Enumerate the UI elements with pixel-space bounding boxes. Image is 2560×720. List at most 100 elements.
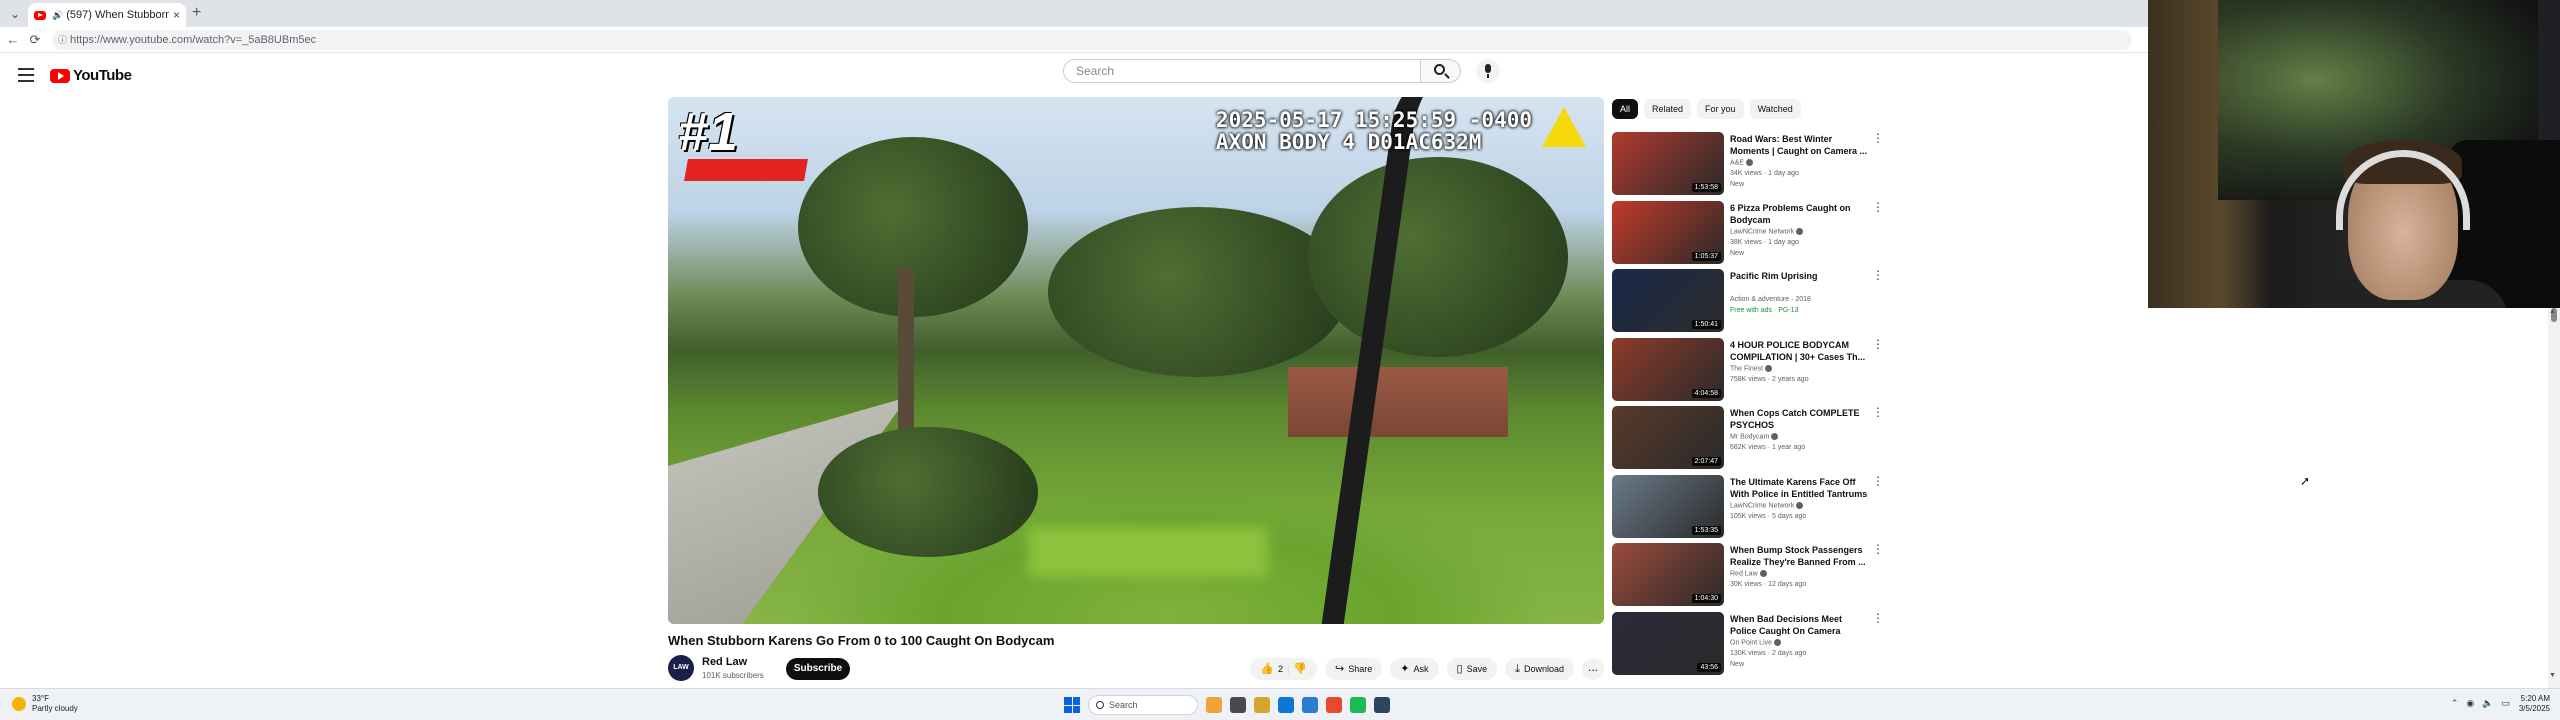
- more-options-icon[interactable]: ⋮: [1872, 543, 1884, 555]
- recommendation-thumbnail[interactable]: 1:53:35: [1612, 474, 1724, 538]
- recommendation-item[interactable]: 1:53:58 Road Wars: Best Winter Moments | …: [1612, 132, 1884, 198]
- download-button[interactable]: ⤓ Download: [1505, 658, 1574, 680]
- volume-icon[interactable]: 🔈: [2482, 698, 2493, 709]
- video-player[interactable]: #1 2025-05-17 15:25:59 -0400 AXON BODY 4…: [668, 97, 1604, 624]
- recommendation-thumbnail[interactable]: 1:53:58: [1612, 132, 1724, 195]
- recommendation-meta: 38K views · 1 day ago: [1730, 238, 1799, 246]
- recommendation-title[interactable]: When Cops Catch COMPLETE PSYCHOS: [1730, 407, 1870, 431]
- page-scrollbar[interactable]: [2548, 308, 2560, 688]
- reload-icon[interactable]: ⟳: [26, 31, 44, 49]
- hamburger-menu-icon[interactable]: [18, 66, 34, 84]
- recommendation-channel[interactable]: Mr Bodycam: [1730, 433, 1779, 440]
- save-button[interactable]: ▯ Save: [1446, 658, 1498, 680]
- windows-taskbar: 33°F Partly cloudy Search ⌃ ◉ 🔈 ▭ 5:20 A…: [0, 688, 2560, 720]
- more-options-icon[interactable]: ⋮: [1872, 612, 1884, 624]
- close-tab-icon[interactable]: ×: [173, 8, 180, 22]
- site-info-icon[interactable]: ⓘ: [58, 30, 67, 50]
- recommendation-channel[interactable]: On Point Live: [1730, 638, 1782, 646]
- recommendation-title[interactable]: 6 Pizza Problems Caught on Bodycam: [1730, 202, 1870, 226]
- more-actions-button[interactable]: ...: [1582, 658, 1604, 680]
- scroll-down-arrow-icon[interactable]: ▼: [2549, 672, 2556, 679]
- more-options-icon[interactable]: ⋮: [1872, 269, 1884, 281]
- thumbs-down-icon[interactable]: 👎: [1293, 658, 1307, 680]
- channel-row: LAW Red Law 101K subscribers Subscribe 👍…: [668, 655, 1604, 683]
- recommendation-title[interactable]: Road Wars: Best Winter Moments | Caught …: [1730, 133, 1870, 157]
- recommendation-title[interactable]: 4 HOUR POLICE BODYCAM COMPILATION | 30+ …: [1730, 339, 1870, 363]
- recommendation-title[interactable]: When Bump Stock Passengers Realize They'…: [1730, 544, 1870, 568]
- filter-chip-watched[interactable]: Watched: [1749, 99, 1801, 119]
- search-button[interactable]: [1421, 59, 1461, 83]
- back-arrow-icon[interactable]: ←: [4, 31, 22, 49]
- recommendation-meta: 758K views · 2 years ago: [1730, 375, 1809, 383]
- recommendation-thumbnail[interactable]: 2:07:47: [1612, 406, 1724, 469]
- recommendation-title[interactable]: When Bad Decisions Meet Police Caught On…: [1730, 613, 1870, 637]
- recommendation-item[interactable]: 43:56 When Bad Decisions Meet Police Caug…: [1612, 611, 1884, 678]
- filter-chip-all[interactable]: All: [1612, 99, 1639, 119]
- video-frame-blur: [1028, 527, 1268, 577]
- recommendation-thumbnail[interactable]: 4:04:58: [1612, 337, 1724, 401]
- weather-widget[interactable]: 33°F Partly cloudy: [12, 694, 78, 714]
- task-view-icon[interactable]: [1230, 697, 1246, 713]
- youtube-logo[interactable]: YouTube: [50, 67, 132, 84]
- more-options-icon[interactable]: ⋮: [1872, 475, 1884, 487]
- recommendation-thumbnail[interactable]: 43:56: [1612, 611, 1724, 675]
- windows-start-icon[interactable]: [1064, 697, 1080, 713]
- steam-app-icon[interactable]: [1374, 697, 1390, 713]
- recommendation-item[interactable]: 2:07:47 When Cops Catch COMPLETE PSYCHOS M…: [1612, 406, 1884, 472]
- voice-search-mic-icon[interactable]: [1476, 59, 1500, 83]
- ask-button[interactable]: ✦ Ask: [1390, 658, 1439, 680]
- speaker-icon[interactable]: 🔊: [52, 10, 63, 21]
- channel-name[interactable]: Red Law: [702, 656, 747, 668]
- spotify-app-icon[interactable]: [1350, 697, 1366, 713]
- more-options-icon[interactable]: ⋮: [1872, 201, 1884, 213]
- browser-tab-active[interactable]: 🔊 (597) When Stubborn Karens ×: [28, 3, 186, 27]
- recommendation-thumbnail[interactable]: 1:50:41: [1612, 269, 1724, 332]
- more-options-icon[interactable]: ⋮: [1872, 132, 1884, 144]
- partly-cloudy-icon: [12, 697, 26, 711]
- chrome-browser-icon[interactable]: [1326, 697, 1342, 713]
- edge-browser-icon[interactable]: [1278, 697, 1294, 713]
- scroll-up-arrow-icon[interactable]: ▲: [2549, 308, 2556, 315]
- tray-overflow-icon[interactable]: ⌃: [2451, 698, 2459, 709]
- file-explorer-icon[interactable]: [1254, 697, 1270, 713]
- recommendation-item[interactable]: 1:05:37 6 Pizza Problems Caught on Bodyca…: [1612, 200, 1884, 267]
- filter-chip-for-you[interactable]: For you: [1697, 99, 1744, 119]
- recommendation-thumbnail[interactable]: 1:04:30: [1612, 543, 1724, 606]
- download-icon: ⤓: [1515, 663, 1520, 675]
- widgets-app-icon[interactable]: [1206, 697, 1222, 713]
- more-options-icon[interactable]: ⋮: [1872, 338, 1884, 350]
- recommendation-channel[interactable]: The Finest: [1730, 364, 1773, 372]
- subscribe-button[interactable]: Subscribe: [786, 658, 850, 680]
- recommendation-channel[interactable]: LawNCrime Network: [1730, 501, 1804, 509]
- recommendation-item[interactable]: 1:04:30 When Bump Stock Passengers Realiz…: [1612, 543, 1884, 609]
- bodycam-timestamp-line1: 2025-05-17 15:25:59 -0400: [1215, 108, 1532, 132]
- video-frame-pole: [1315, 97, 1471, 624]
- youtube-favicon-icon: [34, 10, 46, 20]
- recommendation-thumbnail[interactable]: 1:05:37: [1612, 200, 1724, 264]
- recommendation-title[interactable]: The Ultimate Karens Face Off With Police…: [1730, 476, 1870, 500]
- recommendation-item[interactable]: 1:50:41 Pacific Rim Uprising Action & adve…: [1612, 269, 1884, 335]
- battery-icon[interactable]: ▭: [2501, 698, 2510, 709]
- recommendation-channel[interactable]: LawNCrime Network: [1730, 227, 1804, 235]
- search-input[interactable]: Search: [1063, 59, 1421, 83]
- recommendation-channel[interactable]: Action & adventure · 2018: [1730, 296, 1811, 303]
- like-button[interactable]: 👍 2 | 👎: [1250, 658, 1318, 680]
- weather-condition: Partly cloudy: [32, 704, 78, 713]
- recommendation-item[interactable]: 4:04:58 4 HOUR POLICE BODYCAM COMPILATION…: [1612, 337, 1884, 404]
- taskbar-clock[interactable]: 5:20 AM 3/5/2025: [2519, 694, 2550, 714]
- recommendation-channel[interactable]: A&E: [1730, 159, 1754, 166]
- taskbar-search[interactable]: Search: [1088, 695, 1198, 715]
- more-options-icon[interactable]: ⋮: [1872, 406, 1884, 418]
- bodycam-timestamp-line2: AXON BODY 4 D01AC632M: [1215, 130, 1482, 154]
- store-app-icon[interactable]: [1302, 697, 1318, 713]
- recommendation-title[interactable]: Pacific Rim Uprising: [1730, 270, 1870, 282]
- channel-avatar[interactable]: LAW: [668, 655, 694, 681]
- network-icon[interactable]: ◉: [2466, 698, 2474, 709]
- filter-chip-related[interactable]: Related: [1644, 99, 1692, 119]
- url-field[interactable]: ⓘ https://www.youtube.com/watch?v=_5aB8U…: [52, 30, 2132, 50]
- recommendation-item[interactable]: 1:53:35 The Ultimate Karens Face Off With…: [1612, 474, 1884, 541]
- recommendation-channel[interactable]: Red Law: [1730, 570, 1767, 577]
- tab-list-icon[interactable]: ⌄: [6, 5, 24, 23]
- new-tab-button[interactable]: +: [192, 4, 201, 22]
- share-button[interactable]: ↪ Share: [1325, 658, 1383, 680]
